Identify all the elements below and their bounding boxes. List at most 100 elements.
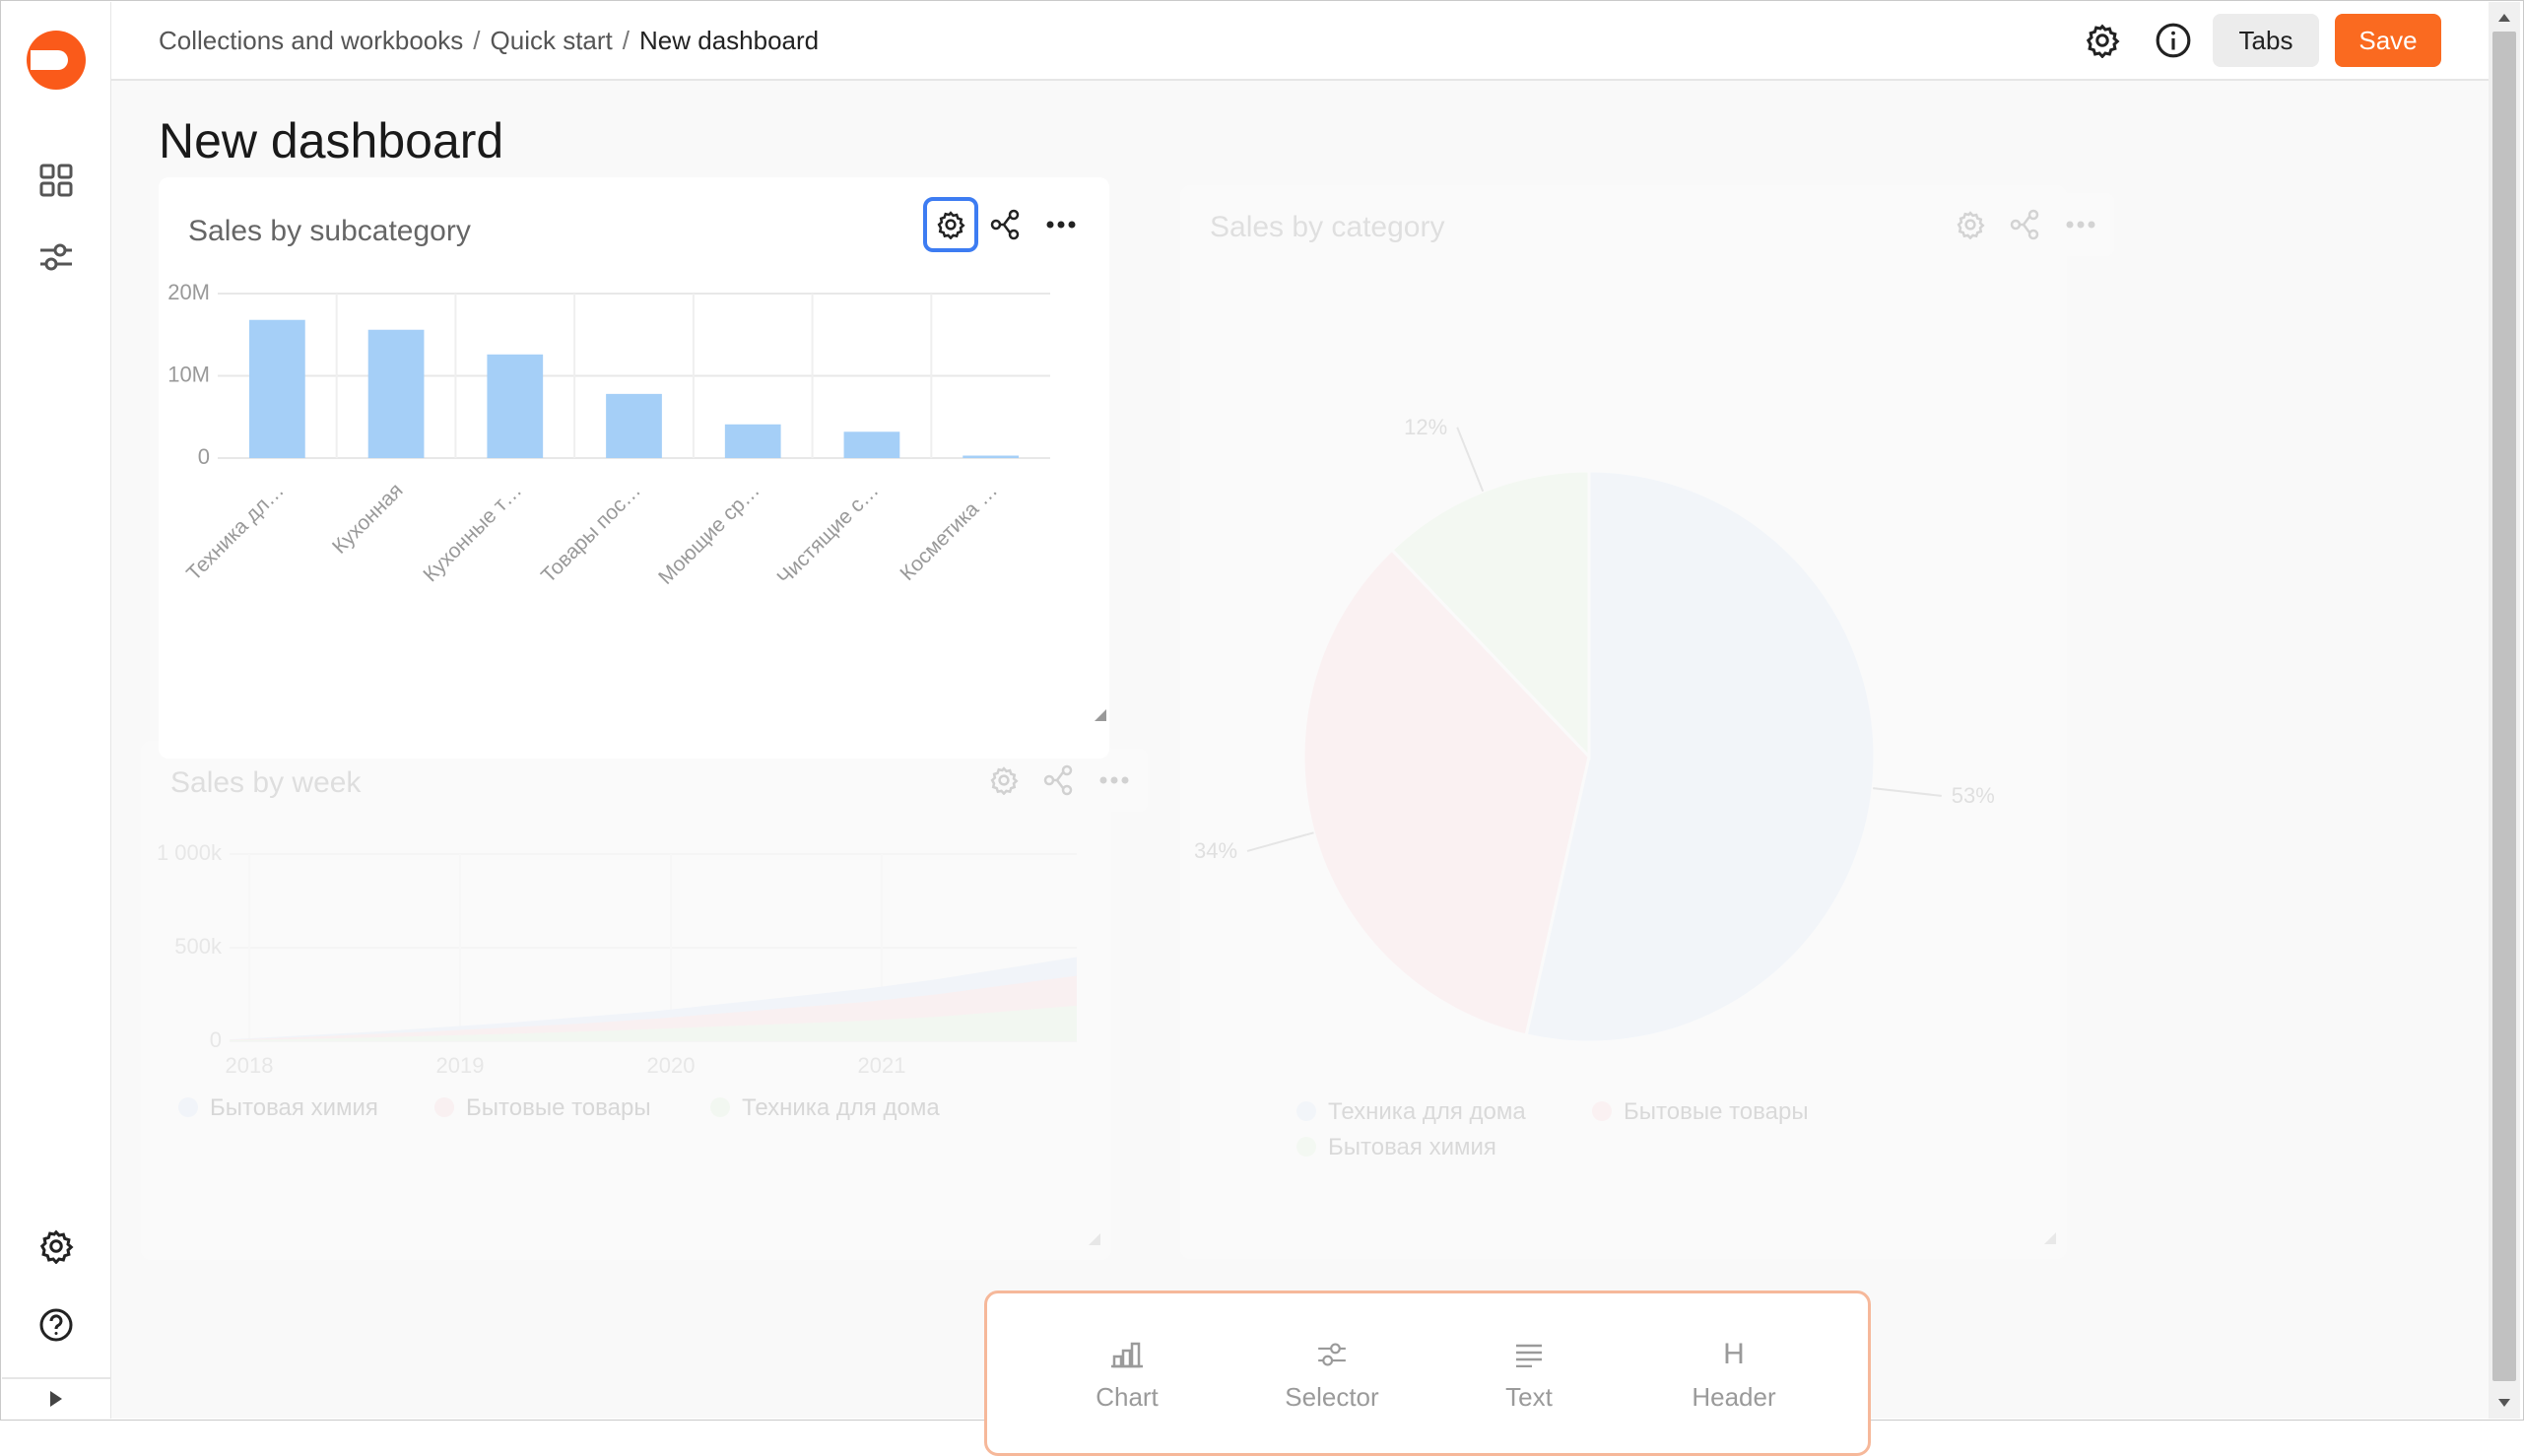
pie-label-connector	[1456, 427, 1485, 493]
y-tick-label: 0	[198, 444, 210, 469]
widget-more-icon[interactable]	[2053, 197, 2108, 252]
x-tick-label: Техника дл…	[182, 479, 289, 585]
legend-swatch	[434, 1097, 454, 1117]
info-icon[interactable]	[2153, 20, 2194, 61]
legend-label: Техника для дома	[1328, 1098, 1526, 1125]
widget-title: Sales by subcategory	[188, 215, 471, 247]
sliders-icon[interactable]	[32, 232, 81, 282]
add-item-label: Header	[1692, 1382, 1776, 1412]
x-tick-label: Кухонная	[328, 479, 408, 559]
x-tick-label: Товары пос…	[537, 479, 645, 587]
pie-data-label: 12%	[1404, 415, 1447, 439]
widget-more-icon[interactable]	[1033, 197, 1089, 252]
header-icon: H	[1723, 1338, 1745, 1370]
widget-settings-icon[interactable]	[923, 197, 978, 252]
breadcrumb-current: New dashboard	[639, 26, 820, 55]
widget-settings-icon[interactable]	[1943, 197, 1998, 252]
widget-links-icon[interactable]	[1998, 197, 2053, 252]
x-tick-label: Моющие ср…	[654, 479, 764, 589]
dashboard-grid-icon[interactable]	[32, 156, 81, 205]
widget-sales-by-subcategory[interactable]: Sales by subcategory 20M 10M 0 Техника дл… К…	[159, 177, 1109, 759]
legend-swatch	[178, 1097, 198, 1117]
add-widget-panel: Chart Selector Text H Header	[984, 1291, 1871, 1456]
legend-swatch	[1592, 1101, 1612, 1121]
bar-chart: 20M 10M 0 Техника дл… Кухонная Кухонные т… Тов…	[167, 280, 1050, 589]
header: Collections and workbooks / Quick start / Ne…	[111, 2, 2489, 81]
y-tick-label: 500k	[174, 934, 223, 959]
bar	[367, 329, 425, 458]
add-chart-button[interactable]: Chart	[1029, 1337, 1226, 1425]
legend-swatch	[1296, 1101, 1316, 1121]
resize-handle[interactable]	[1089, 1233, 1100, 1245]
sidebar-divider	[2, 1377, 110, 1379]
add-item-label: Selector	[1285, 1382, 1379, 1412]
widget-sales-by-week[interactable]: Sales by week 1 000k 500k 0 2018 2019 2020 202…	[141, 741, 1148, 1260]
resize-handle[interactable]	[1095, 709, 1106, 721]
widget-sales-by-category[interactable]: Sales by category 53% 34% 12% Техника для д…	[1180, 185, 2114, 1259]
tabs-button[interactable]: Tabs	[2213, 14, 2319, 67]
y-tick-label: 1 000k	[157, 840, 223, 865]
bar	[606, 393, 662, 458]
pie-data-label: 34%	[1194, 838, 1237, 863]
breadcrumb-item-collections[interactable]: Collections and workbooks	[159, 26, 463, 55]
chart-icon	[1029, 1337, 1226, 1372]
legend-swatch	[1296, 1137, 1316, 1157]
x-tick-label: Чистящие с…	[773, 479, 884, 589]
sidebar	[2, 2, 112, 1419]
legend-swatch	[710, 1097, 730, 1117]
widget-settings-icon[interactable]	[976, 753, 1031, 808]
x-tick-label: Косметика …	[896, 479, 1002, 585]
add-item-label: Chart	[1096, 1382, 1159, 1412]
widget-links-icon[interactable]	[978, 197, 1033, 252]
bar	[487, 354, 544, 458]
widget-title: Sales by week	[170, 766, 362, 799]
bar	[724, 424, 781, 458]
widget-title: Sales by category	[1210, 211, 1445, 243]
breadcrumb-item-quick-start[interactable]: Quick start	[491, 26, 613, 55]
page-title: New dashboard	[159, 113, 504, 168]
settings-icon[interactable]	[2082, 20, 2123, 61]
scrollbar-thumb[interactable]	[2492, 32, 2516, 1381]
legend-label: Бытовые товары	[466, 1094, 651, 1121]
save-button[interactable]: Save	[2335, 14, 2441, 67]
pie-chart: 53% 34% 12% Техника для дома Бытовые товары Б…	[1194, 415, 1995, 1160]
add-item-label: Text	[1505, 1382, 1553, 1412]
pie-label-connector	[1246, 831, 1314, 852]
add-selector-button[interactable]: Selector	[1233, 1337, 1430, 1425]
pie-data-label: 53%	[1952, 783, 1995, 808]
expand-sidebar-icon[interactable]	[32, 1381, 81, 1417]
add-header-button[interactable]: H Header	[1635, 1337, 1832, 1425]
bar	[963, 455, 1020, 458]
y-tick-label: 10M	[167, 363, 210, 387]
settings-icon[interactable]	[32, 1222, 81, 1271]
widget-more-icon[interactable]	[1087, 753, 1142, 808]
bar	[248, 319, 305, 458]
breadcrumb-separator: /	[622, 26, 630, 55]
pie-label-connector	[1873, 787, 1942, 797]
legend-label: Техника для дома	[742, 1094, 940, 1121]
x-tick-label: Кухонные т…	[419, 479, 526, 586]
breadcrumb: Collections and workbooks / Quick start / Ne…	[159, 26, 819, 56]
legend-label: Бытовая химия	[1328, 1134, 1496, 1160]
widget-toolbar	[1937, 193, 2114, 256]
scrollbar[interactable]	[2489, 2, 2520, 1419]
logo-icon[interactable]	[24, 28, 89, 93]
scroll-down-icon[interactable]	[2489, 1391, 2520, 1415]
legend-label: Бытовая химия	[210, 1094, 378, 1121]
breadcrumb-separator: /	[473, 26, 481, 55]
add-text-button[interactable]: Text	[1430, 1337, 1627, 1425]
x-tick-label: 2018	[226, 1053, 274, 1078]
help-icon[interactable]	[32, 1300, 81, 1350]
scroll-up-icon[interactable]	[2489, 6, 2520, 30]
widget-links-icon[interactable]	[1031, 753, 1087, 808]
area-chart: 1 000k 500k 02018 2019 2020 2021 Бытовая химия…	[157, 840, 1077, 1121]
x-tick-label: 2021	[858, 1053, 906, 1078]
bar	[843, 431, 900, 458]
legend-label: Бытовые товары	[1624, 1098, 1809, 1125]
text-icon	[1430, 1337, 1627, 1372]
y-tick-label: 20M	[167, 280, 210, 304]
selector-icon	[1233, 1337, 1430, 1372]
y-tick-label: 0	[210, 1027, 222, 1052]
dashboard-canvas: New dashboard Sales by category 53% 34% 12…	[111, 81, 2489, 1456]
resize-handle[interactable]	[2044, 1232, 2056, 1244]
